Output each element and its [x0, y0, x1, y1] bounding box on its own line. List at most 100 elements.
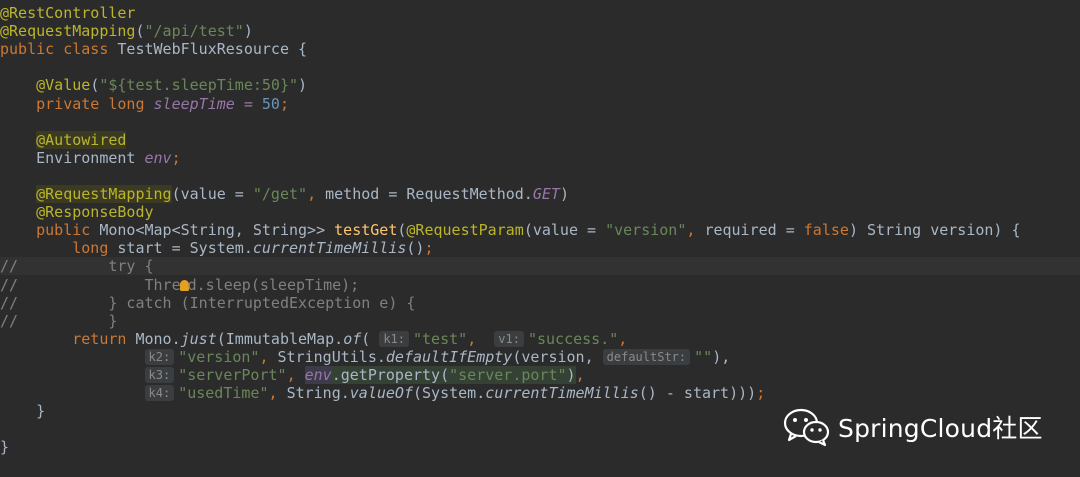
code-line[interactable]: Environment env;: [0, 149, 1080, 167]
code-token: ,: [467, 329, 495, 348]
code-token: false: [803, 221, 849, 240]
code-token: env: [144, 148, 172, 167]
parameter-hint: k2:: [144, 348, 175, 365]
code-token: private long: [36, 94, 154, 113]
code-token: @Value: [36, 76, 91, 95]
code-token: start = System.: [117, 239, 253, 258]
parameter-hint: defaultStr:: [602, 348, 691, 365]
code-line[interactable]: k4: "usedTime", String.valueOf(System.cur…: [0, 384, 1080, 402]
code-token: long: [72, 239, 118, 258]
code-token: "/api/test": [144, 22, 244, 41]
code-line[interactable]: @RestController: [0, 4, 1080, 22]
code-token: ): [298, 76, 308, 95]
code-token: @RequestParam: [406, 221, 524, 240]
code-line[interactable]: [0, 167, 1080, 185]
parameter-hint: v1:: [494, 330, 524, 347]
code-token: currentTimeMillis: [485, 384, 639, 403]
code-token: ;: [424, 239, 434, 258]
parameter-hint: k3:: [144, 367, 175, 383]
code-line[interactable]: @ResponseBody: [0, 203, 1080, 221]
code-token: "test": [413, 329, 468, 348]
code-token: @RequestMapping: [36, 185, 172, 203]
code-token: // }: [0, 311, 118, 330]
code-token: @ResponseBody: [36, 203, 154, 222]
code-token: ,: [686, 221, 705, 240]
code-token: TestWebFluxResource {: [117, 40, 308, 59]
code-token: @RequestMapping: [0, 22, 136, 41]
code-line[interactable]: @Value("${test.sleepTime:50}"): [0, 76, 1080, 94]
code-token: d.sleep(sleepTime);: [187, 275, 360, 294]
code-token: just: [180, 329, 217, 348]
code-token: (System.: [413, 384, 486, 403]
code-token: public class: [0, 40, 118, 59]
code-line[interactable]: return Mono.just(ImmutableMap.of( k1: "te…: [0, 330, 1080, 348]
code-token: String.: [286, 384, 350, 403]
code-token: (version,: [512, 347, 603, 366]
code-token: (ImmutableMap.: [216, 329, 344, 348]
code-token: ,: [286, 366, 305, 384]
code-token: @Autowired: [36, 130, 127, 149]
code-token: testGet: [334, 221, 398, 240]
code-line[interactable]: // Thre d.sleep(sleepTime);: [0, 276, 1080, 294]
code-token: StringUtils.: [277, 347, 386, 366]
code-token: }: [0, 402, 46, 421]
code-line[interactable]: long start = System.currentTimeMillis();: [0, 239, 1080, 257]
code-line[interactable]: k2: "version", StringUtils.defaultIfEmpty…: [0, 348, 1080, 366]
code-token: ) String version) {: [848, 221, 1021, 240]
code-token: "/get": [252, 185, 308, 203]
code-token: valueOf: [349, 384, 413, 403]
code-line[interactable]: @Autowired: [0, 130, 1080, 149]
code-line[interactable]: @RequestMapping("/api/test"): [0, 22, 1080, 40]
code-token: GET: [532, 185, 560, 203]
watermark: SpringCloud社区: [782, 404, 1043, 450]
code-token: 50: [261, 94, 280, 113]
code-token: public: [36, 221, 100, 240]
code-line[interactable]: k3: "serverPort", env.getProperty("server…: [0, 366, 1080, 384]
code-token: "": [694, 347, 713, 366]
code-token: "${test.sleepTime:50}": [99, 76, 299, 95]
code-token: "server.port": [449, 366, 567, 384]
code-line[interactable]: private long sleepTime = 50;: [0, 95, 1080, 113]
code-token: @RestController: [0, 4, 136, 22]
code-line[interactable]: // }: [0, 312, 1080, 330]
code-token: (: [90, 76, 100, 95]
code-token: env: [304, 366, 332, 384]
parameter-hint: k1:: [379, 330, 409, 347]
code-token: ,: [268, 384, 287, 403]
code-line[interactable]: [0, 58, 1080, 76]
code-line[interactable]: // } catch (InterruptedException e) {: [0, 294, 1080, 312]
code-token: (: [135, 22, 145, 41]
code-token: ,: [575, 366, 585, 384]
code-line[interactable]: [0, 113, 1080, 131]
code-line[interactable]: // try {: [0, 257, 1080, 276]
code-token: (): [406, 239, 425, 258]
code-line[interactable]: public Mono<Map<String, String>> testGet…: [0, 221, 1080, 239]
code-token: sleepTime =: [153, 94, 262, 113]
watermark-text: SpringCloud社区: [838, 414, 1043, 443]
code-token: "version": [605, 221, 687, 240]
code-token: // try {: [0, 257, 154, 276]
code-token: ,: [618, 329, 628, 348]
wechat-icon: [783, 408, 830, 447]
code-line[interactable]: @RequestMapping(value = "/get", method =…: [0, 185, 1080, 203]
code-token: ): [566, 366, 576, 384]
code-token: Environment: [0, 148, 145, 167]
code-token: ): [243, 22, 253, 41]
code-token: ;: [279, 94, 289, 113]
code-token: (value =: [171, 185, 253, 203]
code-token: ): [559, 185, 569, 203]
code-token: required =: [704, 221, 804, 240]
code-line[interactable]: public class TestWebFluxResource {: [0, 40, 1080, 58]
code-token: "usedTime": [178, 384, 269, 403]
code-token: currentTimeMillis: [252, 239, 407, 258]
code-token: "serverPort": [178, 366, 287, 384]
